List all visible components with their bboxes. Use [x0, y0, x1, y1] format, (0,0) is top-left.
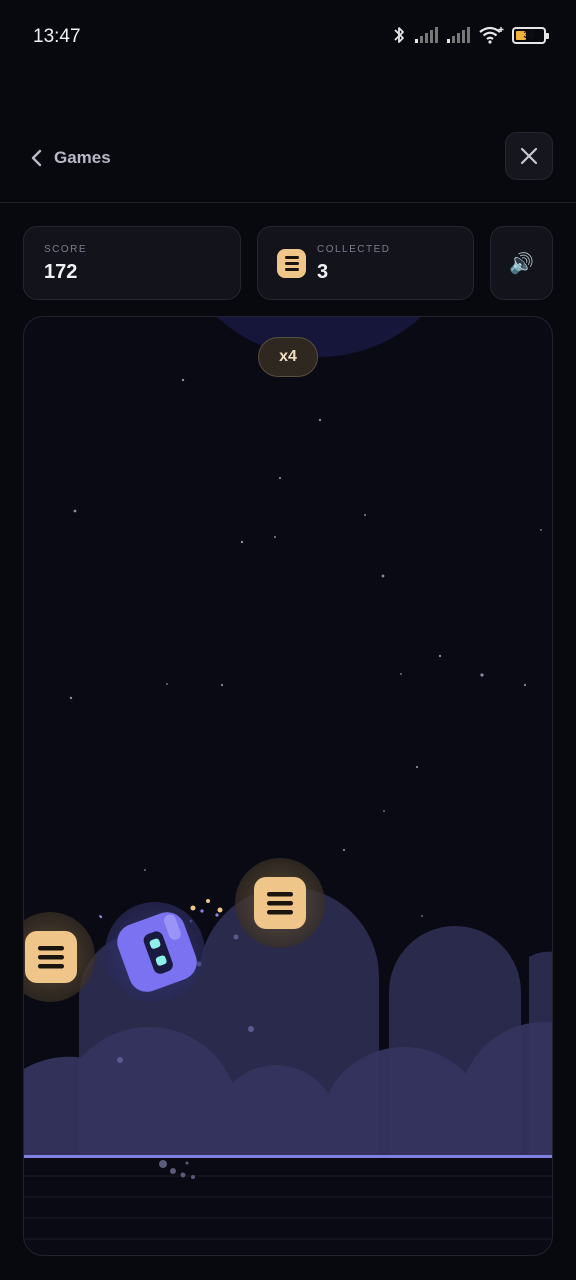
signal-icon: [447, 27, 470, 43]
top-nav: Games: [0, 120, 576, 203]
player-robot: [105, 902, 205, 1002]
wifi-icon: [479, 26, 504, 44]
close-icon: [520, 147, 538, 165]
bluetooth-icon: [394, 27, 404, 43]
collected-value: 3: [317, 261, 329, 283]
status-time: 13:47: [33, 26, 81, 47]
game-canvas[interactable]: x4: [23, 316, 553, 1256]
status-icons: 39: [392, 25, 549, 45]
coin: [235, 858, 325, 948]
score-label: SCORE: [44, 244, 88, 255]
status-bar: 13:47 39: [0, 0, 576, 76]
collected-card: COLLECTED 3: [257, 226, 474, 300]
ground-stripes: [24, 1175, 552, 1240]
battery-text: 39: [523, 29, 535, 41]
coin-icon: [277, 249, 306, 278]
multiplier-badge: x4: [258, 337, 318, 377]
speaker-icon: 🔊: [509, 252, 534, 275]
back-button[interactable]: Games: [30, 144, 111, 172]
close-button[interactable]: [505, 132, 553, 180]
signal-icon: [415, 27, 438, 43]
score-card: SCORE 172: [23, 226, 241, 300]
collected-label: COLLECTED: [317, 244, 391, 255]
sound-toggle-button[interactable]: 🔊: [490, 226, 553, 300]
score-value: 172: [44, 261, 78, 283]
game-scene: [24, 317, 552, 1240]
chevron-left-icon: [31, 149, 42, 167]
back-label: Games: [54, 148, 111, 167]
moon-shape: [217, 317, 421, 357]
ground-line: [24, 1155, 552, 1158]
battery-icon: 39: [512, 26, 549, 44]
